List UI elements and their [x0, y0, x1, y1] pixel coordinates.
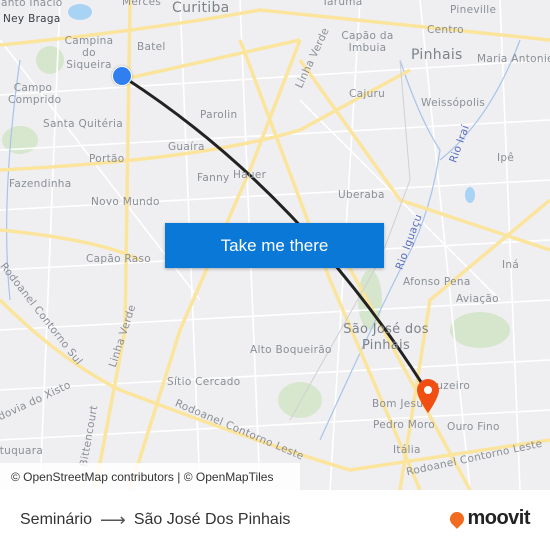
map-label: Curitiba: [172, 0, 230, 16]
map-label: Guaíra: [168, 141, 205, 153]
map-label: Santo Inácio: [0, 0, 63, 9]
map-label: Portão: [89, 153, 125, 165]
map-label: Aviação: [456, 293, 499, 305]
map-label: Campina do Siqueira: [64, 35, 114, 71]
map[interactable]: Santo Inácio Mercês Curitiba Tarumã Pine…: [0, 0, 550, 490]
map-label: Alto Boqueirão: [250, 344, 332, 356]
map-label: Centro: [427, 24, 464, 36]
arrow-right-icon: ⟶: [100, 509, 126, 530]
map-label: Tarumã: [322, 0, 363, 8]
map-label: Ouro Fino: [447, 421, 500, 433]
map-label: Mercês: [122, 0, 162, 8]
map-label: Fanny: [197, 172, 230, 184]
moovit-logo-text: moovit: [467, 507, 530, 529]
map-label: Parolin: [200, 109, 238, 121]
map-label: Maria Antonie: [477, 53, 550, 65]
map-label: Itália: [393, 444, 421, 456]
map-label: Capão da Imbuia: [341, 30, 394, 54]
map-label: Sítio Cercado: [167, 376, 241, 388]
map-label: São José dos Pinhais: [343, 322, 429, 353]
map-label: Weissópolis: [421, 97, 486, 109]
origin-name: Seminário: [20, 511, 93, 528]
map-label: Capão Raso: [86, 253, 152, 265]
map-label: Cajuru: [349, 88, 386, 100]
map-label: Pinhais: [411, 47, 463, 63]
map-label: Batel: [137, 41, 166, 53]
map-label: Hauer: [233, 169, 267, 181]
map-label: Uberaba: [338, 189, 385, 201]
map-label: Afonso Pena: [403, 276, 471, 288]
take-me-there-button[interactable]: Take me there: [165, 223, 384, 268]
map-label: Tatuquara: [0, 445, 44, 457]
map-label: Pedro Moro: [373, 419, 435, 431]
map-label: Ipê: [497, 152, 515, 164]
moovit-pin-icon: [447, 508, 468, 529]
map-attribution[interactable]: © OpenStreetMap contributors | © OpenMap…: [0, 463, 300, 490]
map-label: Fazendinha: [9, 178, 72, 190]
destination-name: São José Dos Pinhais: [133, 511, 291, 528]
map-label: Santa Quitéria: [43, 118, 123, 130]
map-label: Pineville: [450, 4, 497, 16]
map-label: Campo Comprido: [8, 82, 62, 106]
moovit-logo[interactable]: moovit: [447, 507, 530, 530]
origin-marker[interactable]: [112, 66, 132, 86]
map-label: Novo Mundo: [91, 196, 160, 208]
map-label: Ney Braga: [3, 13, 61, 25]
map-label: Iná: [502, 259, 520, 271]
destination-pin-icon[interactable]: [415, 378, 441, 414]
